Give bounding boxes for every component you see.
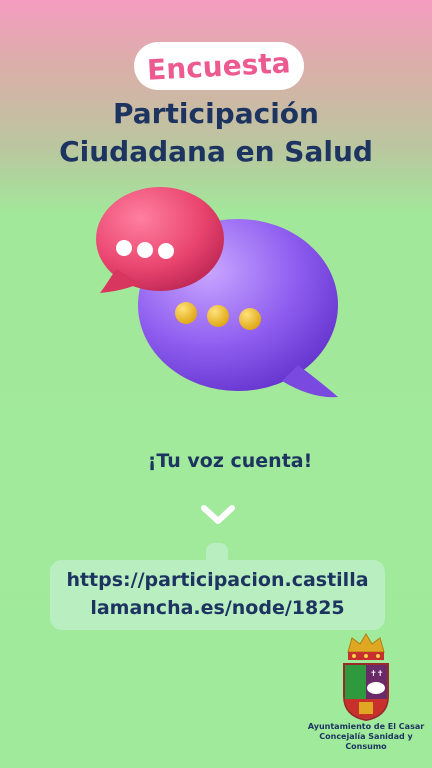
- survey-link-line-1[interactable]: https://participacion.castilla: [50, 566, 385, 594]
- chevron-down-icon: [201, 505, 235, 524]
- survey-badge-label: Encuesta: [146, 45, 292, 87]
- survey-link-line-2[interactable]: lamancha.es/node/1825: [50, 594, 385, 622]
- survey-badge: Encuesta: [134, 42, 304, 90]
- page-title: Participación Ciudadana en Salud: [0, 95, 432, 171]
- footer-line-2: Concejalía Sanidad y: [319, 732, 413, 741]
- title-line-2: Ciudadana en Salud: [59, 135, 373, 168]
- survey-link[interactable]: https://participacion.castilla lamancha.…: [50, 566, 385, 622]
- footer-line-3: Consumo: [345, 742, 387, 751]
- footer-credits: Ayuntamiento de El Casar Concejalía Sani…: [296, 722, 432, 752]
- tagline: ¡Tu voz cuenta!: [0, 450, 432, 472]
- tagline-text: ¡Tu voz cuenta!: [147, 450, 313, 472]
- chat-bubbles-icon: [96, 187, 338, 398]
- footer-line-1: Ayuntamiento de El Casar: [307, 722, 425, 731]
- svg-text:✝✝: ✝✝: [370, 669, 383, 678]
- coat-of-arms-logo: ✝✝: [343, 633, 389, 722]
- title-line-1: Participación: [113, 97, 319, 130]
